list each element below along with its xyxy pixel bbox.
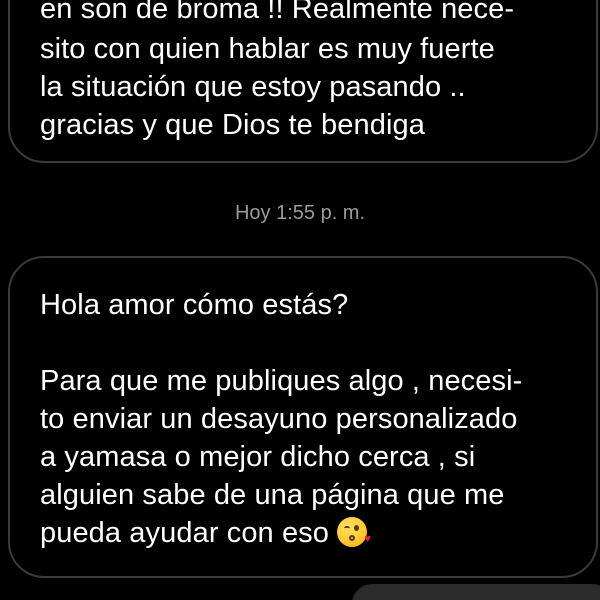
message-line: Para que me publiques algo , necesi-: [40, 365, 523, 397]
message-bubble-outgoing[interactable]: [352, 584, 600, 600]
message-timestamp: Hoy 1:55 p. m.: [234, 202, 366, 224]
message-line: la situación que estoy pasando ..: [40, 71, 466, 103]
kiss-emoji-icon: ♥: [337, 517, 371, 547]
message-line: en son de broma !! Realmente nece-: [40, 0, 515, 25]
message-line-last: pueda ayudar con eso ♥: [40, 516, 371, 550]
message-line: Hola amor cómo estás?: [40, 289, 349, 321]
message-line: gracias y que Dios te bendiga: [40, 109, 425, 141]
chat-screen: en son de broma !! Realmente nece- sito …: [0, 0, 600, 600]
message-line: a yamasa o mejor dicho cerca , si: [40, 441, 476, 473]
message-line: sito con quien hablar es muy fuerte: [40, 33, 495, 65]
message-line: to enviar un desayuno personalizado: [40, 403, 518, 435]
message-line-text: pueda ayudar con eso: [40, 517, 329, 549]
message-line: alguien sabe de una página que me: [40, 479, 505, 511]
